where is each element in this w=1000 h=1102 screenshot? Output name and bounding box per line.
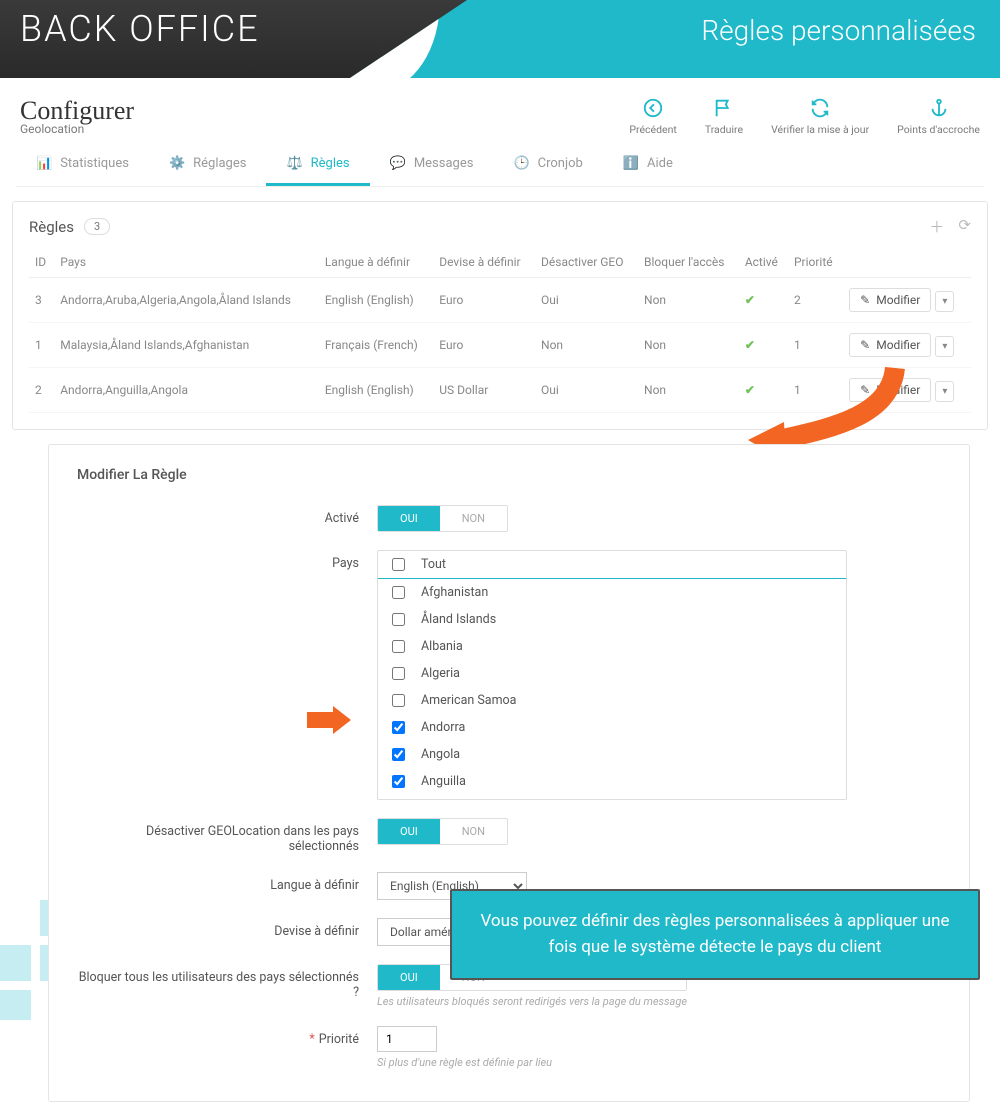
- banner-subtitle: Règles personnalisées: [701, 14, 976, 47]
- messages-icon: 💬: [390, 156, 406, 171]
- table-row[interactable]: 2Andorra,Anguilla,AngolaEnglish (English…: [29, 368, 971, 413]
- dropdown-caret[interactable]: ▾: [935, 336, 954, 357]
- country-checkbox[interactable]: [392, 748, 405, 761]
- country-option[interactable]: Tout: [378, 551, 846, 579]
- block-hint: Les utilisateurs bloqués seront redirigé…: [377, 995, 687, 1008]
- col-header: ID: [29, 247, 54, 278]
- check-icon: ✔: [745, 293, 755, 307]
- anchor-icon: [928, 97, 950, 119]
- country-checkbox[interactable]: [392, 721, 405, 734]
- rules-count: 3: [84, 218, 110, 235]
- country-checkbox[interactable]: [392, 694, 405, 707]
- pencil-icon: ✎: [860, 383, 870, 397]
- rules-icon: ⚖️: [286, 156, 302, 171]
- col-header: Bloquer l'accès: [638, 247, 739, 278]
- col-header: [843, 247, 971, 278]
- action-translate[interactable]: Traduire: [705, 97, 743, 136]
- col-header: Priorité: [788, 247, 843, 278]
- tab-settings[interactable]: ⚙️Réglages: [149, 146, 267, 186]
- country-checkbox[interactable]: [392, 640, 405, 653]
- col-header: Devise à définir: [433, 247, 535, 278]
- label-lang: Langue à définir: [77, 872, 377, 893]
- tab-help[interactable]: ℹ️Aide: [603, 146, 693, 186]
- rules-panel: Règles 3 ＋ ⟳ IDPaysLangue à définirDevis…: [12, 201, 988, 430]
- dropdown-caret[interactable]: ▾: [935, 291, 954, 312]
- rules-table: IDPaysLangue à définirDevise à définirDé…: [29, 247, 971, 413]
- label-pays: Pays: [77, 550, 377, 571]
- arrow-pointer-icon: [307, 706, 351, 734]
- col-header: Désactiver GEO: [535, 247, 638, 278]
- country-checkbox[interactable]: [392, 775, 405, 788]
- help-icon: ℹ️: [623, 156, 639, 171]
- label-currency: Devise à définir: [77, 918, 377, 939]
- label-priority: Priorité: [319, 1032, 359, 1047]
- priority-hint: Si plus d'une règle est définie par lieu: [377, 1056, 552, 1069]
- country-option[interactable]: American Samoa: [378, 687, 846, 714]
- stats-icon: 📊: [36, 156, 52, 171]
- country-option[interactable]: Albania: [378, 633, 846, 660]
- label-disable-geo: Désactiver GEOLocation dans les pays sél…: [77, 818, 377, 854]
- action-update[interactable]: Vérifier la mise à jour: [771, 97, 869, 136]
- label-active: Activé: [77, 505, 377, 526]
- action-back[interactable]: Précédent: [629, 97, 676, 136]
- country-option[interactable]: Angola: [378, 741, 846, 768]
- edit-rule-panel: Modifier La Règle Activé OUI NON Pays To…: [48, 444, 970, 1102]
- modify-button[interactable]: ✎ Modifier: [849, 378, 931, 402]
- add-icon[interactable]: ＋: [929, 216, 944, 237]
- page-header: Configurer Geolocation: [20, 96, 134, 136]
- arrow-left-circle-icon: [642, 97, 664, 119]
- info-callout: Vous pouvez définir des règles personnal…: [450, 889, 980, 980]
- table-row[interactable]: 1Malaysia,Åland Islands,AfghanistanFranç…: [29, 323, 971, 368]
- reload-icon[interactable]: ⟳: [958, 216, 971, 237]
- modify-button[interactable]: ✎ Modifier: [849, 288, 931, 312]
- country-option[interactable]: Andorra: [378, 714, 846, 741]
- check-icon: ✔: [745, 338, 755, 352]
- table-row[interactable]: 3Andorra,Aruba,Algeria,Angola,Åland Isla…: [29, 278, 971, 323]
- top-banner: BACK OFFICE Règles personnalisées: [0, 0, 1000, 78]
- settings-icon: ⚙️: [169, 156, 185, 171]
- country-option[interactable]: Antarctica: [378, 795, 846, 800]
- pencil-icon: ✎: [860, 338, 870, 352]
- country-checkbox[interactable]: [392, 586, 405, 599]
- banner-title: BACK OFFICE: [20, 8, 260, 50]
- tab-stats[interactable]: 📊Statistiques: [16, 146, 149, 186]
- tab-messages[interactable]: 💬Messages: [370, 146, 494, 186]
- refresh-icon: [809, 97, 831, 119]
- col-header: Langue à définir: [319, 247, 433, 278]
- toggle-active[interactable]: OUI NON: [377, 505, 508, 532]
- input-priority[interactable]: [377, 1026, 437, 1052]
- country-option[interactable]: Afghanistan: [378, 579, 846, 606]
- country-option[interactable]: Åland Islands: [378, 606, 846, 633]
- country-listbox[interactable]: ToutAfghanistanÅland IslandsAlbaniaAlger…: [377, 550, 847, 800]
- col-header: Activé: [739, 247, 788, 278]
- col-header: Pays: [54, 247, 319, 278]
- toggle-disable-geo[interactable]: OUI NON: [377, 818, 508, 845]
- label-block: Bloquer tous les utilisateurs des pays s…: [77, 964, 377, 1000]
- rules-title: Règles: [29, 218, 74, 236]
- tab-cronjob[interactable]: 🕒Cronjob: [493, 146, 602, 186]
- edit-title: Modifier La Règle: [77, 467, 941, 483]
- tab-rules[interactable]: ⚖️Règles: [266, 146, 369, 186]
- country-option[interactable]: Anguilla: [378, 768, 846, 795]
- country-checkbox[interactable]: [392, 667, 405, 680]
- modify-button[interactable]: ✎ Modifier: [849, 333, 931, 357]
- check-icon: ✔: [745, 383, 755, 397]
- flag-icon: [713, 97, 735, 119]
- country-checkbox[interactable]: [392, 613, 405, 626]
- action-hooks[interactable]: Points d'accroche: [897, 97, 980, 136]
- country-option[interactable]: Algeria: [378, 660, 846, 687]
- dropdown-caret[interactable]: ▾: [935, 381, 954, 402]
- country-checkbox[interactable]: [392, 558, 405, 571]
- pencil-icon: ✎: [860, 293, 870, 307]
- cronjob-icon: 🕒: [513, 156, 529, 171]
